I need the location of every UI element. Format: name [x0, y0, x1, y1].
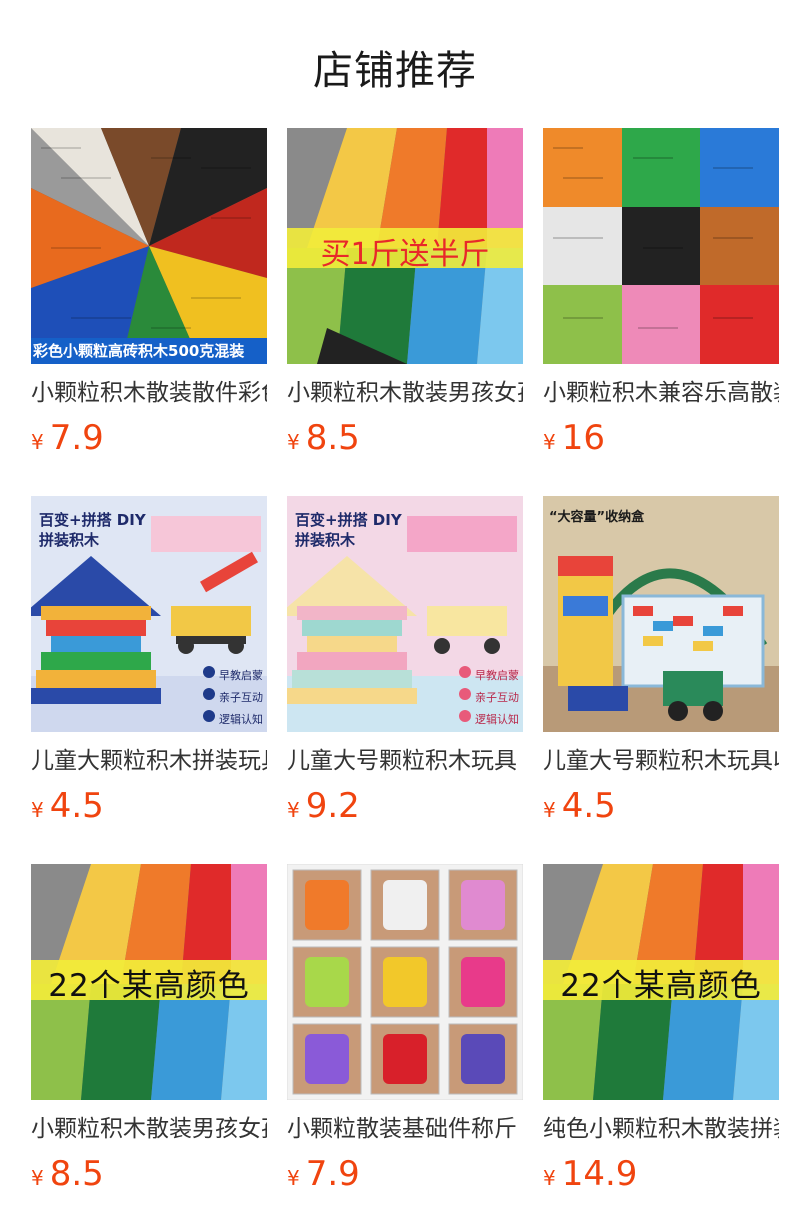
feature-tags: 早教启蒙 亲子互动 逻辑认知 — [475, 665, 519, 731]
image-overlay-text: “大容量”收纳盒 — [549, 510, 645, 525]
feature-tag: 亲子互动 — [219, 691, 263, 704]
product-image[interactable]: 百变+拼搭 DIY 拼装积木 早教启蒙 亲子互动 逻辑认知 — [31, 496, 267, 732]
product-card[interactable]: 22个某高颜色 小颗粒积木散装男孩女孩 ¥8.5 — [31, 864, 267, 1194]
product-card[interactable]: 百变+拼搭 DIY 拼装积木 早教启蒙 亲子互动 逻辑认知 儿童大号颗粒积木玩具… — [287, 496, 523, 826]
image-overlay-text: 百变+拼搭 DIY 拼装积木 — [295, 511, 402, 549]
currency-symbol: ¥ — [31, 1166, 44, 1190]
price-value: 4.5 — [561, 786, 616, 826]
image-overlay-text: 百变+拼搭 DIY 拼装积木 — [39, 511, 146, 549]
product-price: ¥7.9 — [31, 416, 104, 460]
product-card[interactable]: 小颗粒积木兼容乐高散装 ¥16 — [543, 128, 779, 458]
product-card[interactable]: “大容量”收纳盒 儿童大号颗粒积木玩具收纳 ¥4.5 — [543, 496, 779, 826]
feature-tag: 亲子互动 — [475, 691, 519, 704]
product-name[interactable]: 小颗粒散装基础件称斤 — [287, 1112, 523, 1146]
currency-symbol: ¥ — [543, 1166, 556, 1190]
price-value: 7.9 — [49, 418, 104, 458]
product-image[interactable] — [543, 128, 779, 364]
product-card[interactable]: 买1斤送半斤 小颗粒积木散装男孩女孩 ¥8.5 — [287, 128, 523, 458]
currency-symbol: ¥ — [287, 798, 300, 822]
product-image[interactable]: 彩色小颗粒高砖积木500克混装 — [31, 128, 267, 364]
feature-tag: 逻辑认知 — [475, 713, 519, 726]
feature-tags: 早教启蒙 亲子互动 逻辑认知 — [219, 665, 263, 731]
product-price: ¥4.5 — [543, 784, 616, 828]
price-value: 14.9 — [561, 1154, 638, 1194]
product-price: ¥4.5 — [31, 784, 104, 828]
product-card[interactable]: 22个某高颜色 纯色小颗粒积木散装拼装 ¥14.9 — [543, 864, 779, 1194]
product-image[interactable] — [287, 864, 523, 1100]
product-card[interactable]: 彩色小颗粒高砖积木500克混装 小颗粒积木散装散件彩色 ¥7.9 — [31, 128, 267, 458]
product-image[interactable]: 买1斤送半斤 — [287, 128, 523, 364]
feature-tag: 早教启蒙 — [475, 669, 519, 682]
product-name[interactable]: 儿童大号颗粒积木玩具收纳 — [543, 744, 779, 778]
currency-symbol: ¥ — [31, 798, 44, 822]
product-image[interactable]: “大容量”收纳盒 — [543, 496, 779, 732]
price-value: 4.5 — [49, 786, 104, 826]
product-card[interactable]: 小颗粒散装基础件称斤 ¥7.9 — [287, 864, 523, 1194]
product-price: ¥14.9 — [543, 1152, 637, 1196]
product-price: ¥9.2 — [287, 784, 360, 828]
price-value: 9.2 — [305, 786, 360, 826]
price-value: 7.9 — [305, 1154, 360, 1194]
image-overlay-text: 买1斤送半斤 — [320, 237, 490, 272]
currency-symbol: ¥ — [543, 430, 556, 454]
product-image[interactable]: 百变+拼搭 DIY 拼装积木 早教启蒙 亲子互动 逻辑认知 — [287, 496, 523, 732]
product-name[interactable]: 小颗粒积木兼容乐高散装 — [543, 376, 779, 410]
product-card[interactable]: 百变+拼搭 DIY 拼装积木 早教启蒙 亲子互动 逻辑认知 儿童大颗粒积木拼装玩… — [31, 496, 267, 826]
currency-symbol: ¥ — [31, 430, 44, 454]
price-value: 8.5 — [49, 1154, 104, 1194]
page-title: 店铺推荐 — [313, 48, 477, 94]
image-overlay-text: 22个某高颜色 — [560, 968, 762, 1004]
price-value: 16 — [561, 418, 605, 458]
product-price: ¥16 — [543, 416, 605, 460]
currency-symbol: ¥ — [287, 430, 300, 454]
product-image[interactable]: 22个某高颜色 — [31, 864, 267, 1100]
product-price: ¥7.9 — [287, 1152, 360, 1196]
feature-tag: 逻辑认知 — [219, 713, 263, 726]
product-name[interactable]: 小颗粒积木散装男孩女孩 — [287, 376, 523, 410]
product-name[interactable]: 儿童大号颗粒积木玩具 — [287, 744, 523, 778]
price-value: 8.5 — [305, 418, 360, 458]
product-name[interactable]: 小颗粒积木散装男孩女孩 — [31, 1112, 267, 1146]
product-name[interactable]: 小颗粒积木散装散件彩色 — [31, 376, 267, 410]
image-overlay-text: 22个某高颜色 — [48, 968, 250, 1004]
currency-symbol: ¥ — [287, 1166, 300, 1190]
product-name[interactable]: 儿童大颗粒积木拼装玩具 — [31, 744, 267, 778]
product-price: ¥8.5 — [31, 1152, 104, 1196]
product-name[interactable]: 纯色小颗粒积木散装拼装 — [543, 1112, 779, 1146]
image-overlay-text: 彩色小颗粒高砖积木500克混装 — [33, 342, 245, 360]
currency-symbol: ¥ — [543, 798, 556, 822]
product-price: ¥8.5 — [287, 416, 360, 460]
feature-tag: 早教启蒙 — [219, 669, 263, 682]
product-image[interactable]: 22个某高颜色 — [543, 864, 779, 1100]
